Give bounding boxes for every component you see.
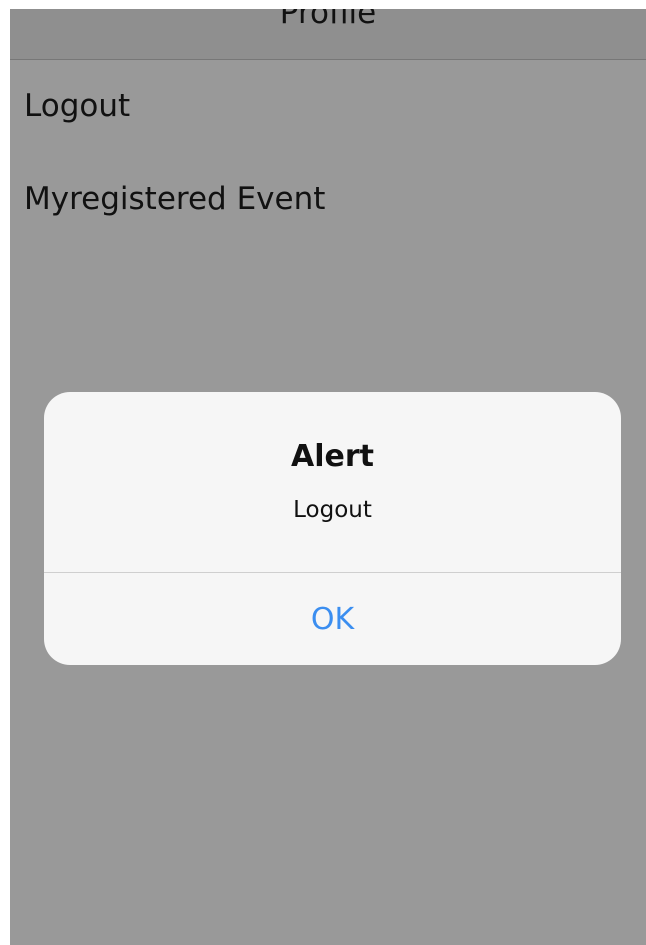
menu-item-my-registered-event[interactable]: Myregistered Event: [24, 179, 325, 219]
alert-dialog: Alert Logout OK: [44, 392, 621, 665]
alert-message: Logout: [293, 497, 372, 523]
app-screen: Profile Logout Myregistered Event Alert …: [10, 9, 646, 945]
alert-body: Alert Logout: [44, 392, 621, 572]
page-title: Profile: [279, 9, 377, 31]
alert-ok-button[interactable]: OK: [44, 573, 621, 665]
alert-title: Alert: [291, 439, 374, 474]
menu-item-logout[interactable]: Logout: [24, 86, 130, 126]
navigation-bar: Profile: [10, 9, 646, 60]
